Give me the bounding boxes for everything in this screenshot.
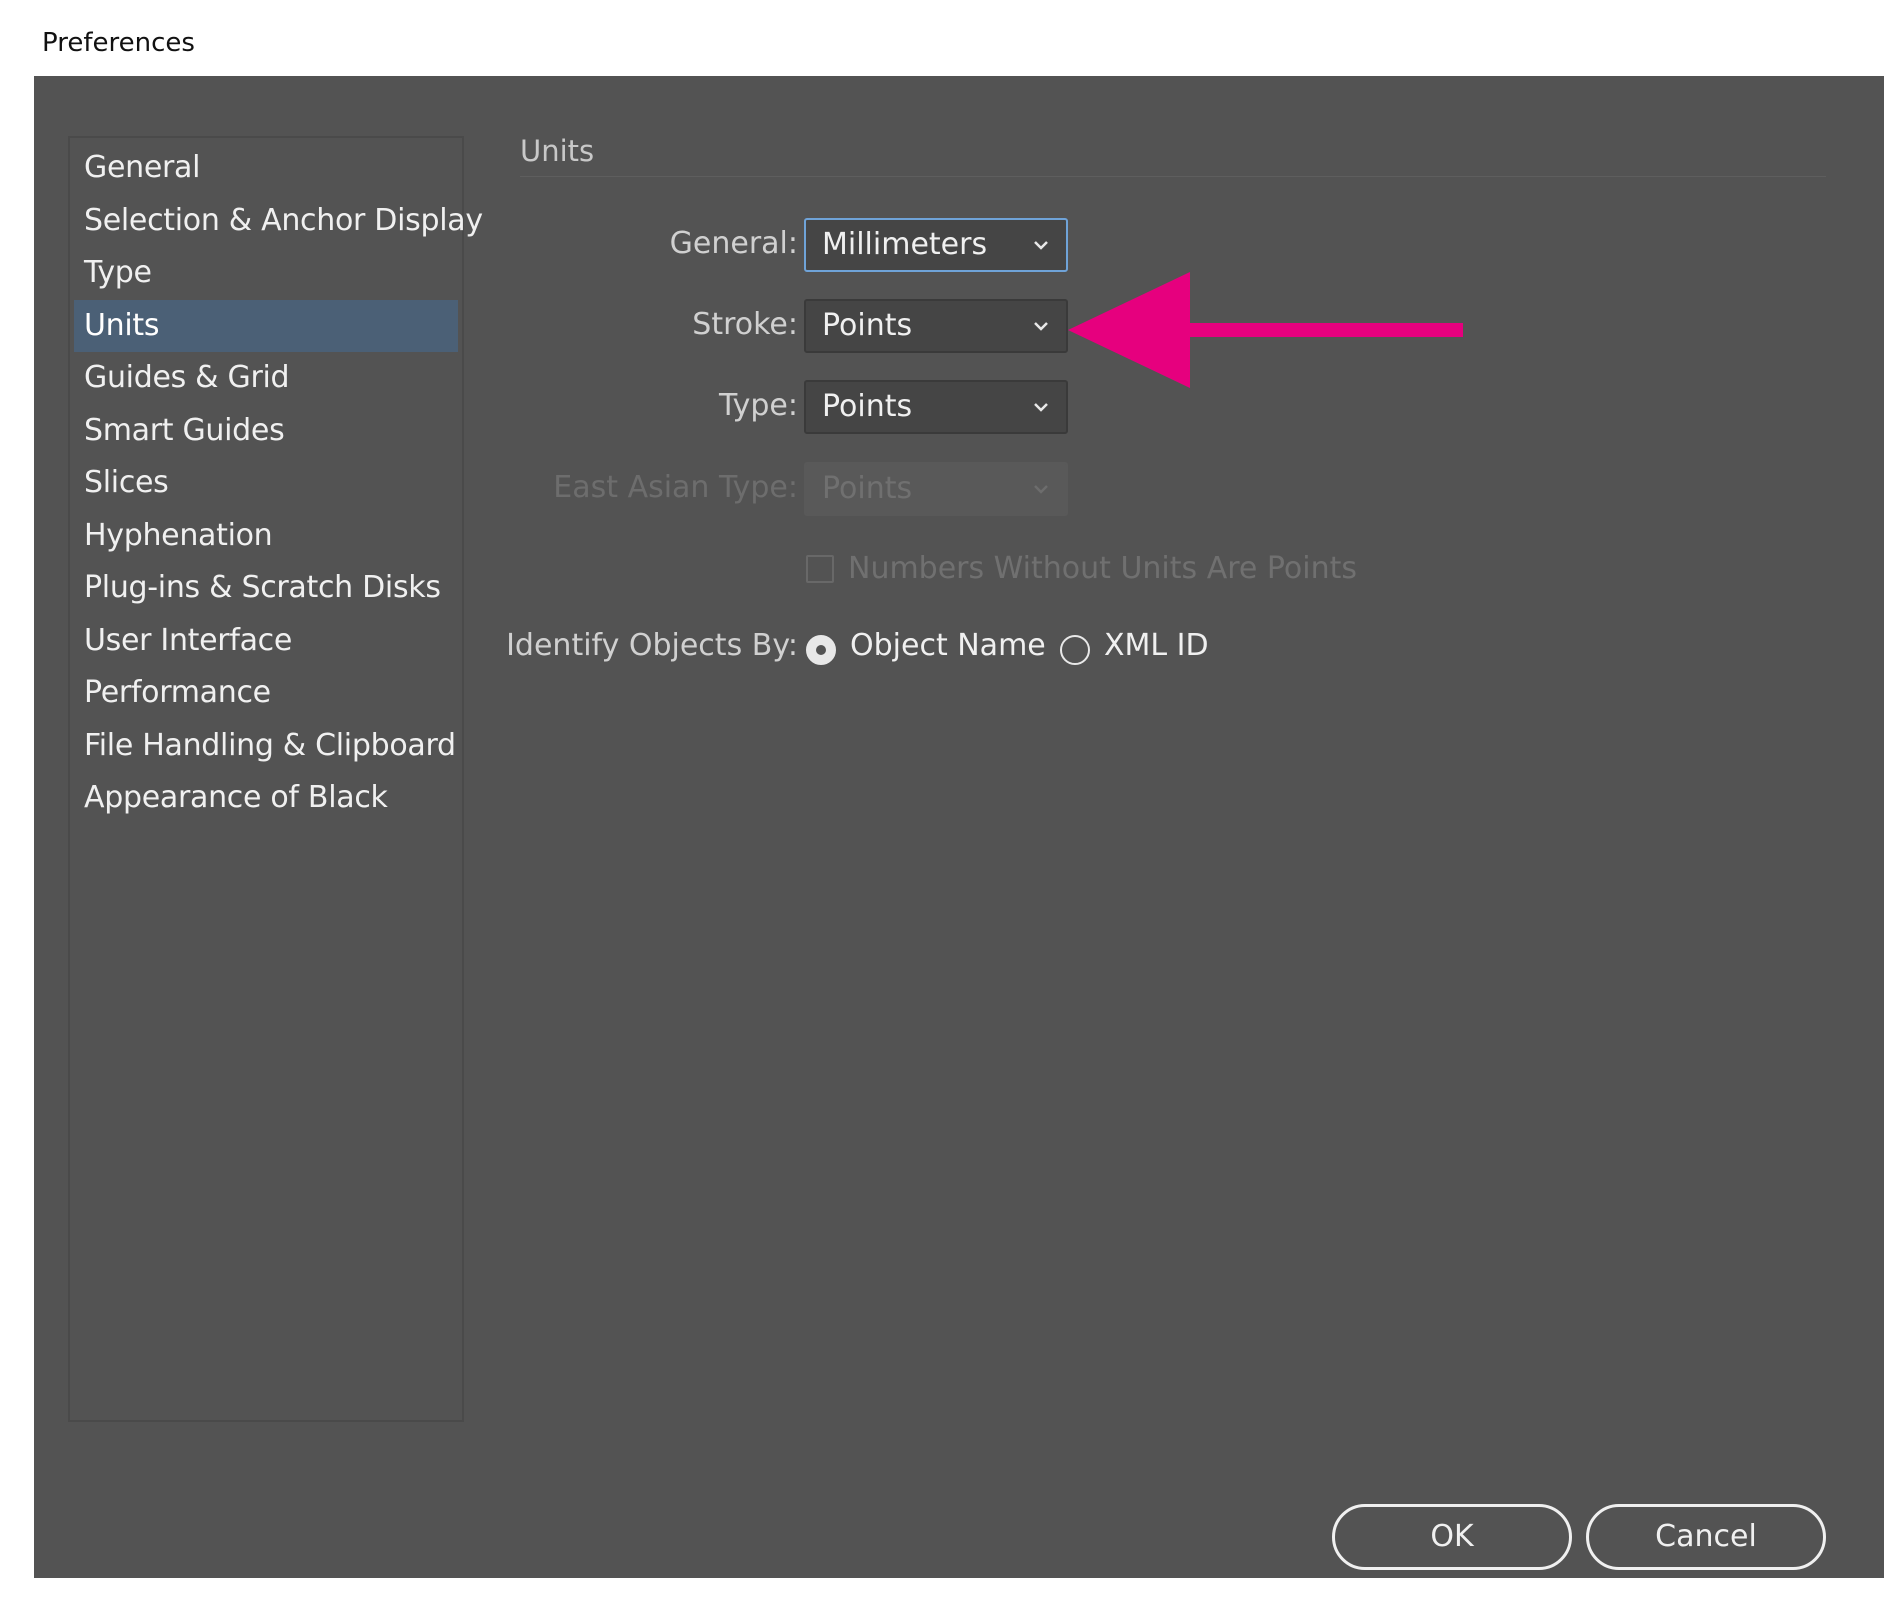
ok-button[interactable]: OK bbox=[1332, 1504, 1572, 1570]
cancel-button[interactable]: Cancel bbox=[1586, 1504, 1826, 1570]
object-name-radio[interactable] bbox=[806, 635, 836, 665]
sidebar-item-guides-grid[interactable]: Guides & Grid bbox=[74, 352, 458, 405]
sidebar-item-smart-guides[interactable]: Smart Guides bbox=[74, 405, 458, 458]
sidebar-item-slices[interactable]: Slices bbox=[74, 457, 458, 510]
preferences-dialog: General Selection & Anchor Display Type … bbox=[34, 76, 1884, 1578]
type-label: Type: bbox=[718, 388, 798, 423]
sidebar-item-file-handling-clipboard[interactable]: File Handling & Clipboard bbox=[74, 720, 458, 773]
sidebar-item-units[interactable]: Units bbox=[74, 299, 458, 352]
xml-id-radio-label[interactable]: XML ID bbox=[1104, 628, 1209, 663]
numbers-without-units-label: Numbers Without Units Are Points bbox=[848, 551, 1358, 586]
sidebar-item-user-interface[interactable]: User Interface bbox=[74, 615, 458, 668]
identify-objects-label: Identify Objects By: bbox=[506, 628, 798, 663]
section-title: Units bbox=[520, 134, 595, 168]
sidebar-item-hyphenation[interactable]: Hyphenation bbox=[74, 510, 458, 563]
sidebar-item-performance[interactable]: Performance bbox=[74, 667, 458, 720]
annotation-arrow-icon bbox=[1068, 272, 1463, 388]
stroke-label: Stroke: bbox=[692, 307, 798, 342]
east-asian-type-dropdown: Points bbox=[804, 462, 1068, 516]
chevron-down-icon bbox=[1034, 485, 1048, 494]
east-asian-type-dropdown-value: Points bbox=[822, 471, 913, 506]
stroke-dropdown[interactable]: Points bbox=[804, 299, 1068, 353]
type-dropdown[interactable]: Points bbox=[804, 380, 1068, 434]
sidebar-item-selection-anchor-display[interactable]: Selection & Anchor Display bbox=[74, 195, 483, 248]
sidebar-item-general[interactable]: General bbox=[74, 142, 458, 195]
object-name-radio-label[interactable]: Object Name bbox=[850, 628, 1046, 663]
numbers-without-units-checkbox bbox=[806, 555, 834, 583]
chevron-down-icon bbox=[1034, 403, 1048, 412]
chevron-down-icon bbox=[1034, 241, 1048, 250]
type-dropdown-value: Points bbox=[822, 389, 913, 424]
sidebar: General Selection & Anchor Display Type … bbox=[68, 136, 483, 1422]
window-title: Preferences bbox=[42, 28, 195, 58]
general-label: General: bbox=[669, 226, 798, 261]
stroke-dropdown-value: Points bbox=[822, 308, 913, 343]
sidebar-item-plugins-scratch-disks[interactable]: Plug-ins & Scratch Disks bbox=[74, 562, 458, 615]
annotation-arrow-shaft bbox=[1168, 323, 1463, 337]
chevron-down-icon bbox=[1034, 322, 1048, 331]
general-dropdown-value: Millimeters bbox=[822, 227, 988, 262]
section-divider bbox=[520, 176, 1826, 177]
general-dropdown[interactable]: Millimeters bbox=[804, 218, 1068, 272]
sidebar-item-type[interactable]: Type bbox=[74, 247, 458, 300]
sidebar-item-appearance-of-black[interactable]: Appearance of Black bbox=[74, 772, 458, 825]
east-asian-type-label: East Asian Type: bbox=[553, 470, 798, 505]
xml-id-radio[interactable] bbox=[1060, 635, 1090, 665]
